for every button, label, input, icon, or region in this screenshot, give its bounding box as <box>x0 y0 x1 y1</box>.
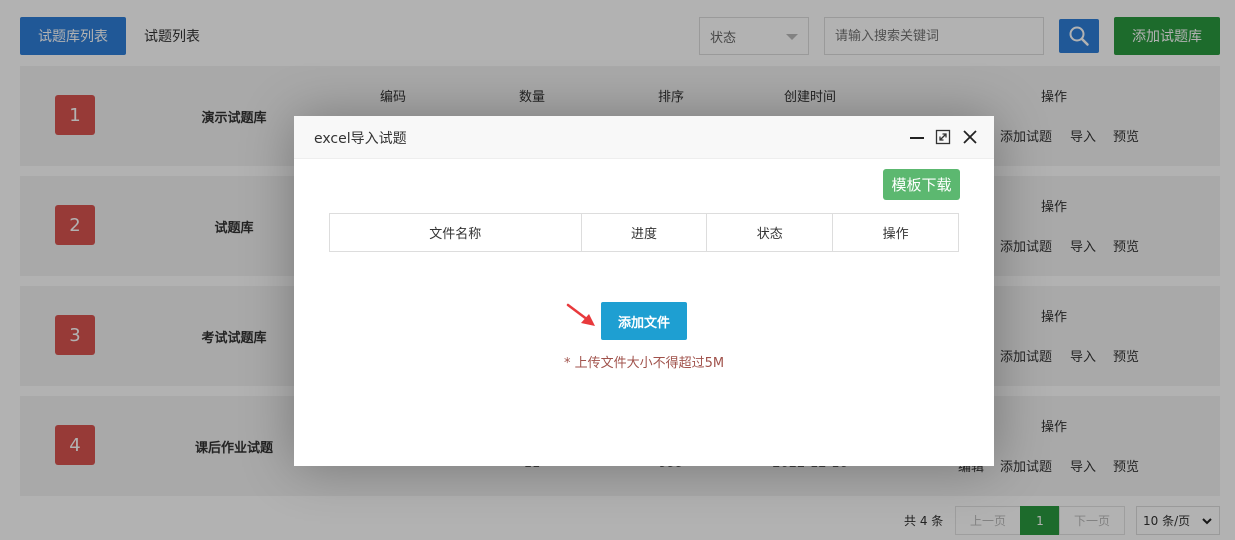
add-file-button[interactable]: 添加文件 <box>601 302 687 340</box>
col-header-status: 状态 <box>706 213 834 252</box>
red-arrow-annotation <box>566 303 595 326</box>
dialog-title: excel导入试题 <box>314 130 407 147</box>
maximize-icon <box>935 129 951 145</box>
close-icon <box>963 130 977 144</box>
file-list-table: 文件名称 进度 状态 操作 <box>329 213 959 252</box>
excel-import-dialog: excel导入试题 模板下载 文件名称 进度 状态 操作 添加文件 * 上传文件… <box>294 116 994 466</box>
minimize-button[interactable] <box>908 128 926 146</box>
upload-size-note: * 上传文件大小不得超过5M <box>563 356 725 371</box>
col-header-file-name: 文件名称 <box>329 213 582 252</box>
template-download-button[interactable]: 模板下载 <box>883 169 960 200</box>
col-header-progress: 进度 <box>580 213 708 252</box>
minimize-icon <box>910 137 924 139</box>
close-button[interactable] <box>961 128 979 146</box>
col-header-operation: 操作 <box>832 213 959 252</box>
dialog-header: excel导入试题 <box>294 116 994 159</box>
maximize-button[interactable] <box>934 128 952 146</box>
